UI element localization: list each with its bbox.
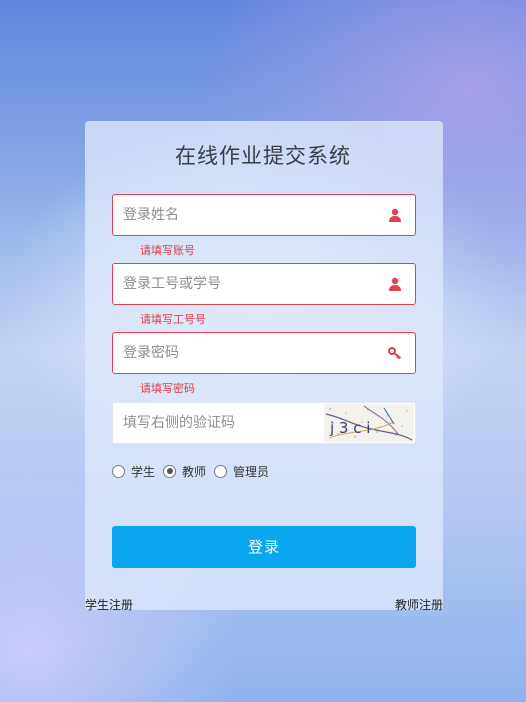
role-admin-label: 管理员 (233, 464, 270, 479)
login-button[interactable]: 登录 (112, 526, 416, 568)
teacher-radio[interactable] (163, 464, 177, 478)
password-field[interactable]: 登录密码 (112, 332, 416, 374)
id-placeholder: 登录工号或学号 (123, 276, 221, 292)
teacher-register-link[interactable]: 教师注册 (395, 596, 443, 613)
student-register-link[interactable]: 学生注册 (85, 596, 133, 613)
name-error: 请填写账号 (140, 244, 195, 257)
role-student[interactable]: 学生 (112, 463, 155, 480)
password-placeholder: 登录密码 (123, 345, 179, 361)
role-selector: 学生 教师 管理员 (112, 463, 277, 479)
role-admin[interactable]: 管理员 (214, 463, 269, 480)
id-error: 请填写工号号 (140, 313, 206, 326)
student-radio[interactable] (112, 464, 125, 478)
admin-radio[interactable] (214, 464, 228, 478)
id-field[interactable]: 登录工号或学号 (112, 263, 416, 305)
password-error: 请填写密码 (140, 382, 195, 395)
role-student-label: 学生 (131, 464, 156, 479)
captcha-image[interactable]: j 3 c i (324, 404, 414, 442)
name-placeholder: 登录姓名 (123, 207, 179, 223)
role-teacher[interactable]: 教师 (163, 463, 206, 480)
captcha-field[interactable]: 填写右侧的验证码 j 3 c i (112, 402, 416, 444)
captcha-placeholder: 填写右侧的验证码 (123, 415, 235, 431)
page-title: 在线作业提交系统 (175, 144, 351, 168)
captcha-text: j 3 c i (329, 419, 370, 437)
user-icon (387, 276, 403, 292)
key-icon (387, 345, 403, 361)
role-teacher-label: 教师 (182, 464, 207, 479)
user-icon (387, 207, 403, 223)
name-field[interactable]: 登录姓名 (112, 194, 416, 236)
